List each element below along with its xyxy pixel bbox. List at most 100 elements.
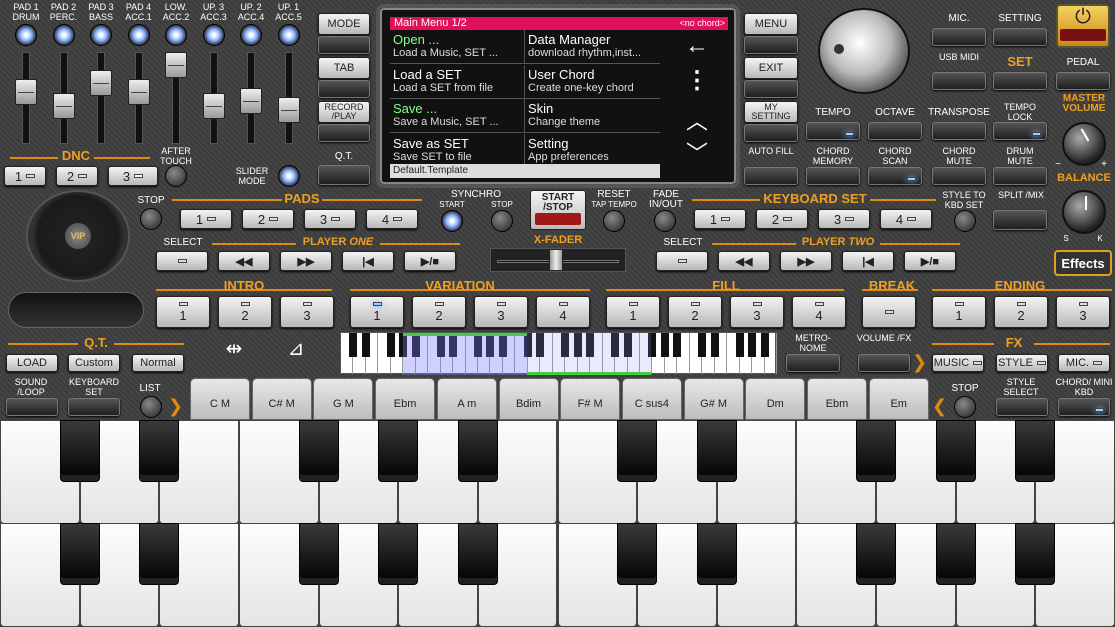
fill-button-2[interactable]: 2: [668, 296, 722, 328]
chord-button[interactable]: Em: [868, 378, 929, 420]
after-touch-button[interactable]: [165, 165, 187, 187]
menu-item[interactable]: Save ... Save a Music, SET ...: [390, 99, 525, 133]
pads-stop-button[interactable]: [140, 208, 162, 230]
player-one-transport-button[interactable]: ▶/■: [404, 251, 456, 271]
start-stop-button[interactable]: START /STOP: [530, 190, 586, 230]
volume-fx-button[interactable]: [858, 354, 910, 372]
list-button[interactable]: [140, 396, 162, 418]
tab-button-pad[interactable]: [318, 80, 370, 98]
fader-handle[interactable]: [202, 92, 225, 119]
normal-button[interactable]: Normal: [132, 354, 184, 372]
fader-mute-button[interactable]: [90, 24, 112, 46]
keyboard-set-bottom-button[interactable]: [68, 398, 120, 416]
record-play-pad[interactable]: [318, 124, 370, 142]
down-arrow-icon[interactable]: ﹀: [670, 136, 724, 166]
black-key[interactable]: [298, 523, 339, 586]
tempo-lock-button[interactable]: [993, 122, 1047, 140]
reset-button[interactable]: [603, 210, 625, 232]
keyboard-set-button-1[interactable]: 1: [694, 209, 746, 229]
menu-item[interactable]: Load a SET Load a SET from file: [390, 64, 525, 99]
black-key[interactable]: [457, 523, 498, 586]
black-key[interactable]: [378, 523, 419, 586]
chord-stop-button[interactable]: [954, 396, 976, 418]
menu-item[interactable]: Open ... Load a Music, SET ...: [390, 30, 525, 64]
chord-button[interactable]: C sus4: [621, 378, 682, 420]
more-icon[interactable]: ⋮: [670, 66, 724, 96]
chord-mini-button[interactable]: [1058, 398, 1110, 416]
black-key[interactable]: [139, 523, 180, 586]
synchro-stop-button[interactable]: [491, 210, 513, 232]
power-button[interactable]: ⏻: [1056, 4, 1110, 48]
pad-button-1[interactable]: 1: [180, 209, 232, 229]
dnc-button-3[interactable]: 3: [108, 166, 158, 186]
up-arrow-icon[interactable]: ︿: [670, 104, 724, 134]
player-one-transport-button[interactable]: ▶▶: [280, 251, 332, 271]
custom-button[interactable]: Custom: [68, 354, 120, 372]
player-one-select-button[interactable]: [156, 251, 208, 271]
fader-handle[interactable]: [52, 92, 75, 119]
variation-button-3[interactable]: 3: [474, 296, 528, 328]
x-fader[interactable]: [490, 248, 626, 272]
chord-button[interactable]: C M: [190, 378, 250, 420]
chord-button[interactable]: A m: [436, 378, 497, 420]
fader-mute-button[interactable]: [277, 24, 300, 46]
fader-handle[interactable]: [240, 88, 262, 114]
player-one-transport-button[interactable]: |◀: [342, 251, 394, 271]
my-setting-button[interactable]: MY SETTING: [744, 101, 798, 123]
variation-button-1[interactable]: 1: [350, 296, 404, 328]
drum-mute-button[interactable]: [993, 167, 1047, 185]
usb-midi-button[interactable]: [932, 72, 986, 90]
slider-mode-knob[interactable]: [278, 165, 300, 187]
black-key[interactable]: [59, 523, 100, 586]
player-two-transport-button[interactable]: |◀: [842, 251, 894, 271]
chord-scan-button[interactable]: [868, 167, 922, 185]
kbd-set-knob[interactable]: [954, 210, 976, 232]
keyboard-set-button-3[interactable]: 3: [818, 209, 870, 229]
fader-mute-button[interactable]: [202, 24, 225, 46]
pedal-button[interactable]: [1056, 72, 1110, 90]
fader-mute-button[interactable]: [165, 24, 187, 46]
fader-handle[interactable]: [277, 97, 300, 123]
break-button-1[interactable]: [862, 296, 916, 328]
menu-button-pad[interactable]: [744, 36, 798, 54]
player-two-transport-button[interactable]: ◀◀: [718, 251, 770, 271]
balance-knob[interactable]: [1062, 190, 1106, 234]
metronome-button[interactable]: [786, 354, 840, 372]
player-one-transport-button[interactable]: ◀◀: [218, 251, 270, 271]
back-arrow-icon[interactable]: ←: [670, 32, 724, 62]
mode-button[interactable]: MODE: [318, 13, 370, 35]
fader-mute-button[interactable]: [15, 24, 37, 46]
black-key[interactable]: [935, 420, 976, 483]
fx-style-button[interactable]: STYLE: [996, 354, 1048, 372]
tab-button[interactable]: TAB: [318, 57, 370, 79]
menu-item[interactable]: Skin Change theme: [525, 99, 660, 133]
my-setting-pad[interactable]: [744, 124, 798, 142]
ending-button-3[interactable]: 3: [1056, 296, 1110, 328]
menu-button[interactable]: MENU: [744, 13, 798, 35]
style-select-button[interactable]: [996, 398, 1048, 416]
menu-item[interactable]: Data Manager download rhythm,inst...: [525, 30, 660, 64]
mic-button[interactable]: [932, 28, 986, 46]
variation-button-4[interactable]: 4: [536, 296, 590, 328]
chord-button[interactable]: Dm: [745, 378, 806, 420]
black-key[interactable]: [139, 420, 180, 483]
black-key[interactable]: [856, 420, 897, 483]
record-play-button[interactable]: RECORD /PLAY: [318, 101, 370, 123]
load-button[interactable]: LOAD: [6, 354, 58, 372]
chevron-left-icon[interactable]: ❮: [932, 396, 947, 417]
player-two-select-button[interactable]: [656, 251, 708, 271]
fader-mute-button[interactable]: [52, 24, 75, 46]
player-two-transport-button[interactable]: ▶/■: [904, 251, 956, 271]
black-key[interactable]: [935, 523, 976, 586]
dnc-button-1[interactable]: 1: [4, 166, 46, 186]
fill-button-1[interactable]: 1: [606, 296, 660, 328]
chord-button[interactable]: G M: [313, 378, 374, 420]
black-key[interactable]: [298, 420, 339, 483]
fx-mic-button[interactable]: MIC.: [1058, 354, 1110, 372]
chevron-right-icon[interactable]: ❯: [168, 396, 183, 417]
auto-fill-button[interactable]: [744, 167, 798, 185]
fader-handle[interactable]: [90, 70, 112, 96]
key-range-icon[interactable]: ⊿: [272, 336, 320, 372]
intro-button-3[interactable]: 3: [280, 296, 334, 328]
player-two-transport-button[interactable]: ▶▶: [780, 251, 832, 271]
